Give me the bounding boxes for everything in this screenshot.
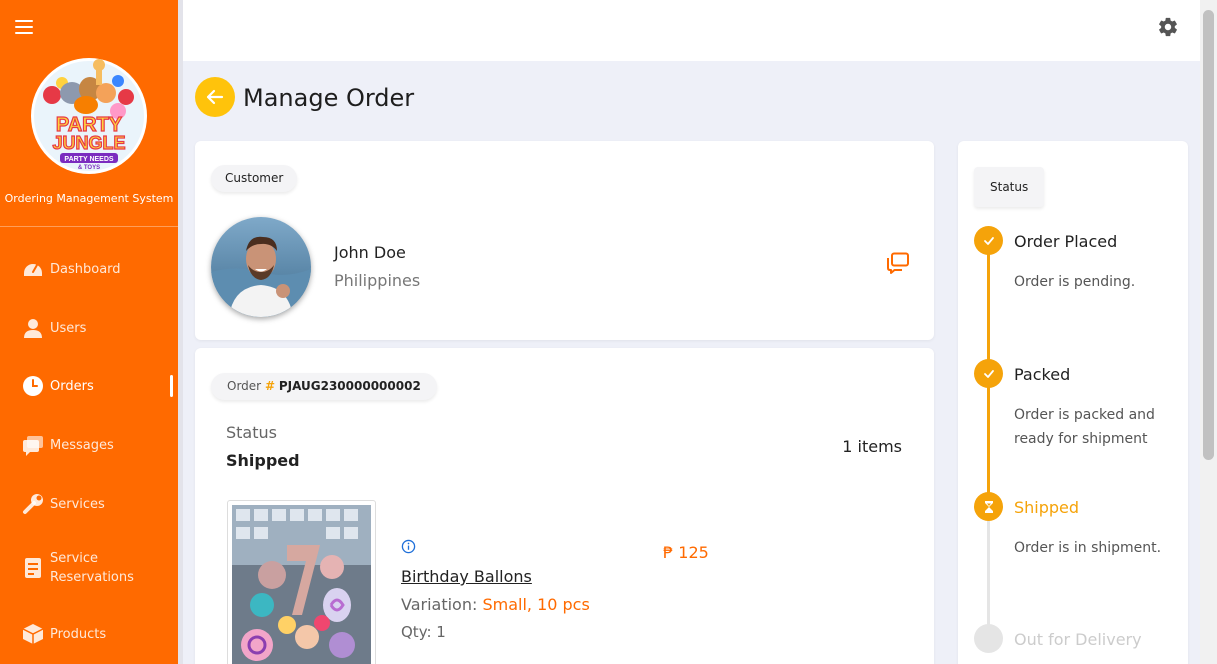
sidebar-item-services[interactable]: Services <box>0 484 178 524</box>
product-qty: Qty: 1 <box>401 623 446 641</box>
sidebar-item-dashboard[interactable]: Dashboard <box>0 249 178 289</box>
clock-icon <box>22 375 44 397</box>
order-pill-label: Order <box>227 379 262 393</box>
gear-icon[interactable] <box>1157 16 1179 38</box>
product-variation: Variation: Small, 10 pcs <box>401 595 590 614</box>
active-indicator <box>170 375 173 397</box>
timeline-node-shipped <box>974 492 1003 521</box>
order-card: Order # PJAUG230000000002 Status Shipped… <box>195 348 934 664</box>
logo-text-toys: & TOYS <box>78 165 100 171</box>
box-icon <box>22 623 44 645</box>
variation-value: Small, 10 pcs <box>482 595 590 614</box>
timeline-title-pending: Out for Delivery <box>1014 630 1142 649</box>
sidebar-item-label: Service Reservations <box>50 551 134 585</box>
sidebar: PARTY JUNGLE PARTY NEEDS & TOYS Ordering… <box>0 0 178 664</box>
sidebar-item-users[interactable]: Users <box>0 308 178 348</box>
page-title: Manage Order <box>243 84 415 112</box>
logo-text-party-needs: PARTY NEEDS <box>64 156 113 163</box>
check-icon <box>983 369 994 378</box>
sidebar-item-orders[interactable]: Orders <box>0 366 178 406</box>
timeline-title: Order Placed <box>1014 232 1118 251</box>
timeline-desc: Order is packed and ready for shipment <box>1014 407 1155 447</box>
order-pill-hash: # <box>264 379 275 393</box>
info-icon[interactable] <box>401 539 416 554</box>
timeline-desc: Order is pending. <box>1014 274 1136 290</box>
timeline-title-current: Shipped <box>1014 498 1080 517</box>
status-pill: Status <box>974 167 1045 207</box>
product-image[interactable] <box>227 500 376 664</box>
timeline-node-packed <box>974 359 1003 388</box>
variation-label: Variation: <box>401 595 478 614</box>
sidebar-item-label: Messages <box>50 437 114 453</box>
user-icon <box>22 317 44 339</box>
sidebar-scroll-gutter <box>178 0 183 664</box>
chat-icon[interactable] <box>886 252 910 274</box>
top-bar <box>183 0 1200 61</box>
order-number: PJAUG230000000002 <box>278 379 421 393</box>
items-count: 1 items <box>842 437 902 456</box>
order-status-label: Status <box>226 423 277 442</box>
product-price: ₱ 125 <box>663 543 709 562</box>
status-card: Status Order Placed Order is pending. Pa… <box>958 141 1188 664</box>
timeline-title: Packed <box>1014 365 1071 384</box>
back-button[interactable] <box>195 77 235 117</box>
messages-icon <box>22 434 44 456</box>
customer-name: John Doe <box>334 243 406 262</box>
logo-text-jungle: JUNGLE <box>52 133 125 153</box>
customer-pill: Customer <box>211 165 298 192</box>
sidebar-divider <box>0 226 178 227</box>
avatar <box>211 217 311 317</box>
timeline-desc: Order is in shipment. <box>1014 540 1162 556</box>
sidebar-item-label: Services <box>50 496 105 512</box>
menu-toggle-icon[interactable] <box>15 20 33 34</box>
customer-card: Customer John Doe Philippines <box>195 141 934 340</box>
timeline-node-out-for-delivery <box>974 624 1003 653</box>
sidebar-item-service-reservations[interactable]: Service Reservations <box>0 548 178 588</box>
reservation-icon <box>22 557 44 579</box>
scrollbar-thumb[interactable] <box>1203 10 1214 460</box>
order-status-value: Shipped <box>226 451 300 470</box>
sidebar-item-label: Dashboard <box>50 261 121 277</box>
sidebar-item-label: Products <box>50 626 107 642</box>
sidebar-item-label: Users <box>50 320 87 336</box>
hourglass-icon <box>984 500 993 513</box>
dashboard-icon <box>22 258 44 280</box>
check-icon <box>983 236 994 245</box>
sidebar-item-products[interactable]: Products <box>0 614 178 654</box>
customer-country: Philippines <box>334 271 421 290</box>
wrench-icon <box>22 493 44 515</box>
page-scrollbar[interactable] <box>1200 0 1217 664</box>
system-name: Ordering Management System <box>4 192 174 205</box>
party-jungle-logo: PARTY JUNGLE PARTY NEEDS & TOYS <box>31 58 147 174</box>
timeline-node-order-placed <box>974 226 1003 255</box>
product-name-link[interactable]: Birthday Ballons <box>401 567 532 586</box>
sidebar-item-messages[interactable]: Messages <box>0 425 178 465</box>
arrow-left-icon <box>206 89 224 105</box>
sidebar-item-label: Orders <box>50 378 94 394</box>
order-number-pill: Order # PJAUG230000000002 <box>211 373 437 400</box>
